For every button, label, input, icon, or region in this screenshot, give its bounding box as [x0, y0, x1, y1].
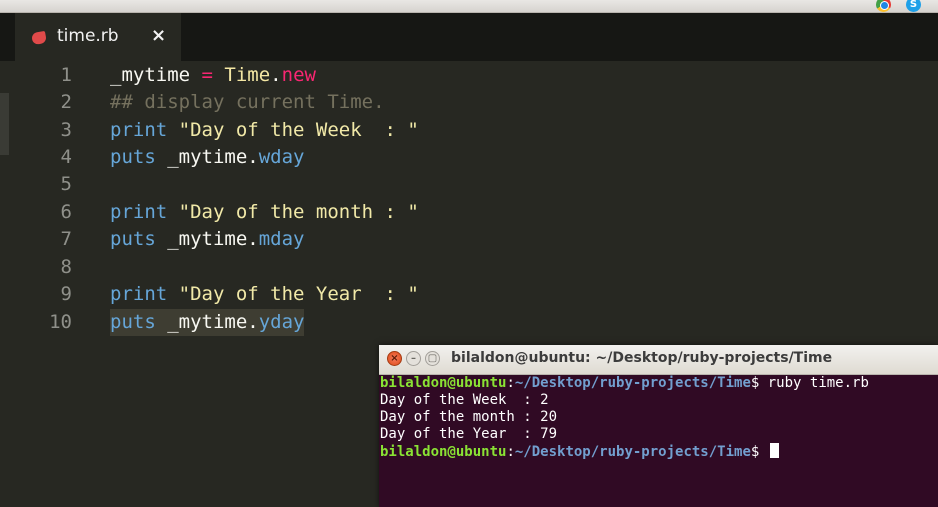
code-token: puts — [110, 311, 156, 333]
code-string: "Day of the month : " — [167, 201, 419, 223]
terminal-title: bilaldon@ubuntu: ~/Desktop/ruby-projects… — [451, 350, 833, 366]
skype-icon[interactable]: S — [906, 0, 921, 12]
code-token: print — [110, 119, 168, 141]
terminal-prompt-line[interactable]: bilaldon@ubuntu:~/Desktop/ruby-projects/… — [380, 443, 936, 460]
code-token: _mytime — [110, 64, 191, 86]
code-token: mday — [258, 228, 305, 250]
tab-time-rb[interactable]: time.rb × — [15, 13, 181, 61]
line-number: 7 — [60, 228, 72, 250]
prompt-symbol: $ — [750, 444, 768, 460]
line-number: 5 — [60, 173, 72, 195]
prompt-symbol: $ — [750, 375, 768, 391]
terminal-output[interactable]: bilaldon@ubuntu:~/Desktop/ruby-projects/… — [380, 375, 936, 460]
terminal-command: ruby time.rb — [767, 375, 869, 391]
chrome-icon[interactable] — [876, 0, 891, 12]
line-number: 2 — [60, 91, 72, 113]
code-line-3[interactable]: print "Day of the Week : " — [110, 117, 419, 144]
code-token: . — [270, 64, 282, 86]
line-number: 9 — [60, 283, 72, 305]
prompt-user: bilaldon@ubuntu — [380, 375, 507, 391]
terminal-command-line: bilaldon@ubuntu:~/Desktop/ruby-projects/… — [380, 375, 936, 392]
prompt-path: ~/Desktop/ruby-projects/Time — [514, 444, 751, 460]
line-number: 6 — [60, 201, 72, 223]
code-token: = — [190, 64, 225, 86]
code-token: puts — [110, 228, 156, 250]
close-icon[interactable]: × — [151, 25, 166, 46]
prompt-user: bilaldon@ubuntu — [380, 444, 507, 460]
code-token: Time — [224, 64, 271, 86]
minimize-icon[interactable]: – — [406, 351, 421, 366]
scroll-marker[interactable] — [0, 93, 9, 155]
code-line-7[interactable]: puts _mytime.mday — [110, 226, 304, 253]
terminal-output-line: Day of the month : 20 — [380, 409, 558, 425]
code-token: print — [110, 201, 168, 223]
code-line-2[interactable]: ## display current Time. — [110, 89, 385, 116]
close-icon[interactable]: × — [387, 351, 402, 366]
tab-title: time.rb — [57, 26, 119, 46]
maximize-icon[interactable]: ▢ — [425, 351, 440, 366]
terminal-output-line: Day of the Week : 2 — [380, 392, 549, 408]
line-number: 1 — [60, 64, 72, 86]
code-comment: ## display current Time. — [110, 91, 385, 113]
terminal-titlebar[interactable]: × – ▢ bilaldon@ubuntu: ~/Desktop/ruby-pr… — [379, 345, 938, 375]
terminal-output-line: Day of the Year : 79 — [380, 426, 558, 442]
terminal-window[interactable]: × – ▢ bilaldon@ubuntu: ~/Desktop/ruby-pr… — [379, 345, 938, 507]
code-token: new — [281, 64, 316, 86]
line-number: 3 — [60, 119, 72, 141]
system-top-bar: S — [0, 0, 938, 13]
code-line-1[interactable]: _mytime = Time.new — [110, 62, 316, 89]
code-token: _mytime. — [155, 228, 259, 250]
ruby-file-icon — [31, 30, 47, 46]
line-number: 4 — [60, 146, 72, 168]
editor-tab-bar: time.rb × — [0, 13, 938, 61]
line-number: 8 — [60, 256, 72, 278]
prompt-separator: : — [506, 375, 515, 391]
code-token: yday — [258, 311, 305, 333]
code-token: _mytime. — [155, 311, 259, 333]
code-token: print — [110, 283, 168, 305]
prompt-separator: : — [506, 444, 515, 460]
code-line-6[interactable]: print "Day of the month : " — [110, 199, 419, 226]
code-token: wday — [258, 146, 305, 168]
code-line-9[interactable]: print "Day of the Year : " — [110, 281, 419, 308]
code-string: "Day of the Year : " — [167, 283, 419, 305]
code-token: _mytime. — [155, 146, 259, 168]
code-line-4[interactable]: puts _mytime.wday — [110, 144, 304, 171]
terminal-cursor — [769, 443, 779, 458]
prompt-path: ~/Desktop/ruby-projects/Time — [514, 375, 751, 391]
line-number: 10 — [49, 311, 72, 333]
code-line-10[interactable]: puts _mytime.yday — [110, 309, 305, 336]
code-string: "Day of the Week : " — [167, 119, 419, 141]
code-token: puts — [110, 146, 156, 168]
